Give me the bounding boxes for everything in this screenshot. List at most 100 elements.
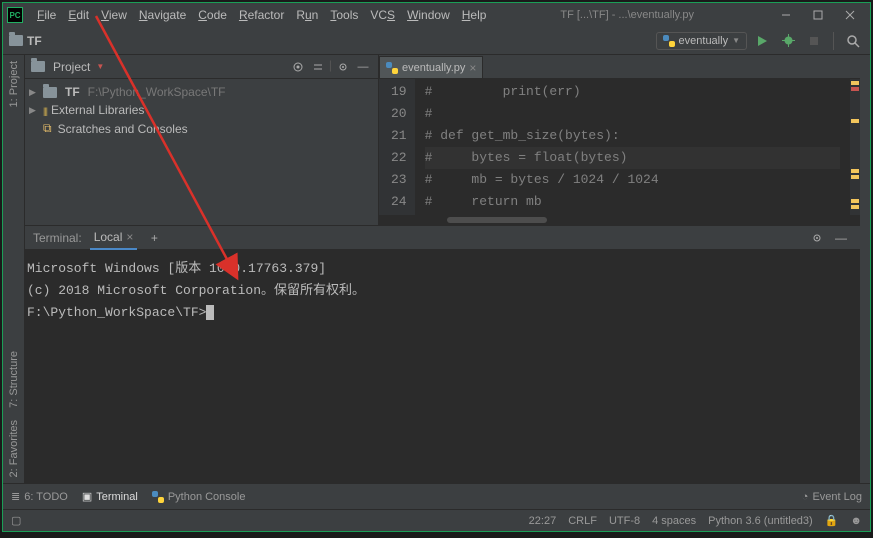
window-title: TF [...\TF] - ...\eventually.py — [560, 9, 694, 21]
terminal-panel: Terminal: Local × + — Microsof — [25, 225, 860, 483]
bottom-tool-bar: ≣ 6: TODO ▣ Terminal Python Console ◔ Ev… — [3, 483, 870, 509]
tool-tab-todo[interactable]: ≣ 6: TODO — [11, 490, 68, 503]
tool-tab-project[interactable]: 1: Project — [8, 55, 20, 113]
search-button[interactable] — [842, 30, 864, 52]
folder-icon — [31, 61, 45, 72]
status-interpreter[interactable]: Python 3.6 (untitled3) — [708, 515, 813, 527]
project-panel-header: Project ▼ | — [25, 55, 378, 79]
list-icon: ≣ — [11, 490, 20, 503]
status-line-sep[interactable]: CRLF — [568, 515, 597, 527]
balloon-icon: ◔ — [802, 491, 809, 503]
tree-item-label: Scratches and Consoles — [58, 122, 188, 136]
status-icon[interactable]: ▢ — [11, 514, 21, 527]
project-panel-title: Project — [53, 60, 90, 74]
left-tool-gutter: 1: Project 7: Structure 2: Favorites — [3, 55, 25, 483]
close-tab-icon[interactable]: × — [126, 230, 133, 244]
stop-button[interactable] — [803, 30, 825, 52]
tool-tab-structure[interactable]: 7: Structure — [8, 345, 20, 414]
terminal-icon: ▣ — [82, 490, 92, 503]
right-tool-gutter — [860, 55, 870, 483]
hide-button[interactable]: — — [830, 227, 852, 249]
chevron-right-icon[interactable]: ▶ — [29, 87, 39, 98]
tree-root[interactable]: ▶ TF F:\Python_WorkSpace\TF — [25, 83, 378, 101]
code-text[interactable]: # print(err) # # def get_mb_size(bytes):… — [415, 79, 850, 215]
chevron-down-icon[interactable]: ▼ — [96, 62, 104, 71]
menu-help[interactable]: Help — [456, 8, 493, 22]
menu-navigate[interactable]: Navigate — [133, 8, 192, 22]
status-encoding[interactable]: UTF-8 — [609, 515, 640, 527]
maximize-button[interactable] — [802, 4, 834, 26]
chevron-right-icon[interactable]: ▶ — [29, 105, 39, 116]
python-icon — [152, 491, 164, 503]
main-area: Project ▼ | — [25, 55, 860, 483]
close-tab-icon[interactable]: × — [469, 61, 476, 75]
tree-root-path: F:\Python_WorkSpace\TF — [88, 85, 226, 99]
folder-icon — [43, 87, 57, 98]
app-icon: PC — [7, 7, 23, 23]
editor-tabs: eventually.py × — [379, 55, 860, 79]
gear-icon[interactable] — [334, 58, 352, 76]
breadcrumb[interactable]: TF — [27, 34, 42, 48]
terminal-tab[interactable]: Local × — [90, 226, 138, 250]
ide-window: PC File Edit View Navigate Code Refactor… — [2, 2, 871, 532]
terminal-line: (c) 2018 Microsoft Corporation。保留所有权利。 — [27, 280, 850, 302]
editor-tab[interactable]: eventually.py × — [379, 56, 483, 78]
menu-window[interactable]: Window — [401, 8, 456, 22]
folder-icon — [9, 35, 23, 46]
line-gutter: 19 20 21 22 23 24 — [379, 79, 415, 215]
new-terminal-button[interactable]: + — [143, 227, 165, 249]
horizontal-scrollbar[interactable] — [379, 215, 860, 225]
editor-panel: eventually.py × 19 20 21 22 23 24 — [379, 55, 860, 225]
tool-tab-event-log[interactable]: ◔ Event Log — [802, 491, 862, 503]
status-bar: ▢ 22:27 CRLF UTF-8 4 spaces Python 3.6 (… — [3, 509, 870, 531]
toolbar: TF eventually ▼ — [3, 27, 870, 55]
python-icon — [386, 62, 398, 74]
menu-file[interactable]: File — [31, 8, 62, 22]
run-button[interactable] — [751, 30, 773, 52]
gear-icon[interactable] — [806, 227, 828, 249]
library-icon — [43, 103, 47, 117]
run-config-label: eventually — [679, 35, 729, 47]
tree-item-label: External Libraries — [51, 103, 144, 117]
cursor — [206, 305, 214, 320]
menu-view[interactable]: View — [95, 8, 133, 22]
terminal-header: Terminal: Local × + — — [25, 226, 860, 250]
run-config-selector[interactable]: eventually ▼ — [656, 32, 747, 50]
tree-external-libs[interactable]: ▶ External Libraries — [25, 101, 378, 119]
terminal-line: Microsoft Windows [版本 10.0.17763.379] — [27, 258, 850, 280]
python-icon — [663, 35, 675, 47]
code-area[interactable]: 19 20 21 22 23 24 # print(err) # # def g… — [379, 79, 860, 215]
lock-icon[interactable]: 🔒 — [825, 514, 839, 527]
project-panel: Project ▼ | — [25, 55, 379, 225]
close-button[interactable] — [834, 4, 866, 26]
menu-run[interactable]: Run — [290, 8, 324, 22]
terminal-body[interactable]: Microsoft Windows [版本 10.0.17763.379] (c… — [25, 250, 860, 483]
debug-button[interactable] — [777, 30, 799, 52]
menu-refactor[interactable]: Refactor — [233, 8, 290, 22]
locate-button[interactable] — [289, 58, 307, 76]
tool-tab-terminal[interactable]: ▣ Terminal — [82, 490, 138, 503]
menu-tools[interactable]: Tools — [324, 8, 364, 22]
chevron-down-icon: ▼ — [732, 36, 740, 45]
tool-tab-python-console[interactable]: Python Console — [152, 491, 246, 503]
terminal-header-label: Terminal: — [33, 231, 82, 245]
menu-vcs[interactable]: VCS — [364, 8, 401, 22]
terminal-prompt: F:\Python_WorkSpace\TF> — [27, 302, 850, 324]
terminal-tab-label: Local — [94, 230, 123, 244]
tree-scratches[interactable]: ⧉ Scratches and Consoles — [25, 119, 378, 138]
scratches-icon: ⧉ — [43, 121, 52, 136]
tool-tab-favorites[interactable]: 2: Favorites — [8, 414, 20, 483]
menu-edit[interactable]: Edit — [62, 8, 95, 22]
titlebar: PC File Edit View Navigate Code Refactor… — [3, 3, 870, 27]
hector-icon[interactable]: ☻ — [850, 515, 862, 527]
menu-code[interactable]: Code — [192, 8, 233, 22]
hide-button[interactable]: — — [354, 58, 372, 76]
editor-tab-label: eventually.py — [402, 62, 465, 74]
tree-root-name: TF — [65, 85, 80, 99]
minimize-button[interactable] — [770, 4, 802, 26]
collapse-all-button[interactable] — [309, 58, 327, 76]
ide-body: 1: Project 7: Structure 2: Favorites Pro… — [3, 55, 870, 483]
status-indent[interactable]: 4 spaces — [652, 515, 696, 527]
project-tree[interactable]: ▶ TF F:\Python_WorkSpace\TF ▶ External L… — [25, 79, 378, 142]
marker-strip[interactable] — [850, 79, 860, 215]
